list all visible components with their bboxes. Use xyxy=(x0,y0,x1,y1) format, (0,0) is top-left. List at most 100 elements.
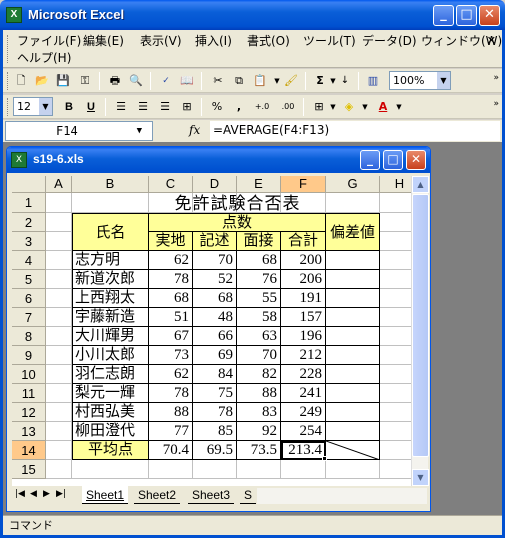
underline-button[interactable]: U xyxy=(83,99,99,115)
header-interview[interactable]: 面接 xyxy=(237,232,281,251)
paste-icon[interactable]: 📋 xyxy=(252,73,268,89)
cell-practical[interactable]: 78 xyxy=(149,384,193,403)
select-all-corner[interactable] xyxy=(12,176,46,193)
tab-sheet2[interactable]: Sheet2 xyxy=(134,486,181,504)
cell-total[interactable]: 254 xyxy=(281,422,326,441)
cell-written[interactable]: 68 xyxy=(193,289,237,308)
toolbar-options-icon[interactable]: » xyxy=(493,99,499,109)
cell-total[interactable]: 206 xyxy=(281,270,326,289)
cell-name[interactable]: 宇藤新造 xyxy=(72,308,149,327)
empty-cell[interactable] xyxy=(46,441,72,460)
menu-format[interactable]: 書式(O) xyxy=(247,33,290,49)
permission-icon[interactable]: ⚿ xyxy=(77,73,93,89)
cell-practical[interactable]: 68 xyxy=(149,289,193,308)
merge-center-icon[interactable]: ⊞ xyxy=(179,99,195,115)
cell-total[interactable]: 200 xyxy=(281,251,326,270)
row-header-7[interactable]: 7 xyxy=(12,308,46,327)
row-header-6[interactable]: 6 xyxy=(12,289,46,308)
vertical-scrollbar[interactable]: ▲ ▼ xyxy=(411,176,429,486)
cell-practical[interactable]: 51 xyxy=(149,308,193,327)
header-total[interactable]: 合計 xyxy=(281,232,326,251)
excel-icon[interactable]: X xyxy=(6,7,22,23)
header-deviation[interactable]: 偏差値 xyxy=(326,213,380,251)
empty-cell[interactable] xyxy=(326,193,380,213)
borders-dropdown-icon[interactable]: ▼ xyxy=(325,99,341,115)
cell-name[interactable]: 大川輝男 xyxy=(72,327,149,346)
header-written[interactable]: 記述 xyxy=(193,232,237,251)
align-right-icon[interactable]: ☰ xyxy=(157,99,173,115)
toolbar-options-icon[interactable]: » xyxy=(493,73,499,83)
empty-cell[interactable] xyxy=(380,308,411,327)
tab-sheet3[interactable]: Sheet3 xyxy=(188,486,235,504)
decrease-decimal-button[interactable]: .00 xyxy=(277,99,299,115)
empty-cell[interactable] xyxy=(237,460,281,479)
menu-close-icon[interactable]: ✕ xyxy=(487,34,496,47)
empty-cell[interactable] xyxy=(149,460,193,479)
cell-name[interactable]: 村西弘美 xyxy=(72,403,149,422)
cell-written[interactable]: 84 xyxy=(193,365,237,384)
cell-name[interactable]: 新道次郎 xyxy=(72,270,149,289)
cell-written[interactable]: 52 xyxy=(193,270,237,289)
font-color-icon[interactable]: A xyxy=(375,99,391,115)
empty-cell[interactable] xyxy=(380,289,411,308)
name-box[interactable]: F14 ▼ xyxy=(5,121,153,141)
workbook-minimize-button[interactable]: _ xyxy=(360,150,380,170)
average-practical[interactable]: 70.4 xyxy=(149,441,193,460)
empty-cell[interactable] xyxy=(46,270,72,289)
cell-deviation[interactable] xyxy=(326,403,380,422)
empty-cell[interactable] xyxy=(46,251,72,270)
zoom-select[interactable]: 100% ▼ xyxy=(389,71,451,90)
cell-deviation[interactable] xyxy=(326,365,380,384)
open-icon[interactable]: 📂 xyxy=(34,73,50,89)
cell-interview[interactable]: 92 xyxy=(237,422,281,441)
cell-interview[interactable]: 82 xyxy=(237,365,281,384)
workbook-close-button[interactable]: ✕ xyxy=(406,150,426,170)
empty-cell[interactable] xyxy=(72,193,149,213)
new-icon[interactable]: 🗋 xyxy=(13,73,29,89)
empty-cell[interactable] xyxy=(380,365,411,384)
format-painter-icon[interactable]: 🖌 xyxy=(283,73,299,89)
empty-cell[interactable] xyxy=(46,213,72,232)
header-practical[interactable]: 実地 xyxy=(149,232,193,251)
row-header-13[interactable]: 13 xyxy=(12,422,46,441)
cell-interview[interactable]: 88 xyxy=(237,384,281,403)
empty-cell[interactable] xyxy=(46,289,72,308)
cell-deviation[interactable] xyxy=(326,308,380,327)
sort-ascending-icon[interactable]: ↓ xyxy=(337,73,353,89)
menu-edit[interactable]: 編集(E) xyxy=(83,33,124,49)
empty-cell[interactable] xyxy=(46,365,72,384)
empty-cell[interactable] xyxy=(380,213,411,232)
scroll-down-icon[interactable]: ▼ xyxy=(412,469,429,486)
average-total[interactable]: 213.4 xyxy=(281,441,326,460)
column-header-g[interactable]: G xyxy=(326,176,380,193)
chevron-down-icon[interactable]: ▼ xyxy=(437,72,450,89)
menu-grip[interactable] xyxy=(7,35,10,63)
percent-button[interactable]: % xyxy=(209,99,225,115)
column-header-f[interactable]: F xyxy=(281,176,326,193)
cell-written[interactable]: 75 xyxy=(193,384,237,403)
column-header-e[interactable]: E xyxy=(237,176,281,193)
toolbar-grip[interactable] xyxy=(7,98,10,116)
empty-cell[interactable] xyxy=(380,403,411,422)
menu-help[interactable]: ヘルプ(H) xyxy=(17,50,71,66)
prev-sheet-icon[interactable]: ◀ xyxy=(30,489,37,499)
cell-written[interactable]: 69 xyxy=(193,346,237,365)
row-header-10[interactable]: 10 xyxy=(12,365,46,384)
menu-data[interactable]: データ(D) xyxy=(362,33,417,49)
minimize-button[interactable]: _ xyxy=(433,5,454,26)
scroll-thumb[interactable] xyxy=(412,194,429,457)
cell-written[interactable]: 70 xyxy=(193,251,237,270)
title-cell[interactable]: 免許試験合否表 xyxy=(149,193,326,213)
cell-name[interactable]: 梨元一輝 xyxy=(72,384,149,403)
cell-interview[interactable]: 76 xyxy=(237,270,281,289)
average-label[interactable]: 平均点 xyxy=(72,441,149,460)
empty-cell[interactable] xyxy=(380,384,411,403)
row-header-12[interactable]: 12 xyxy=(12,403,46,422)
first-sheet-icon[interactable]: |◀ xyxy=(15,489,25,499)
cell-written[interactable]: 85 xyxy=(193,422,237,441)
increase-decimal-button[interactable]: +.0 xyxy=(251,99,273,115)
empty-cell[interactable] xyxy=(46,327,72,346)
font-size-select[interactable]: 12 ▼ xyxy=(13,97,53,116)
row-header-2[interactable]: 2 xyxy=(12,213,46,232)
row-header-1[interactable]: 1 xyxy=(12,193,46,213)
